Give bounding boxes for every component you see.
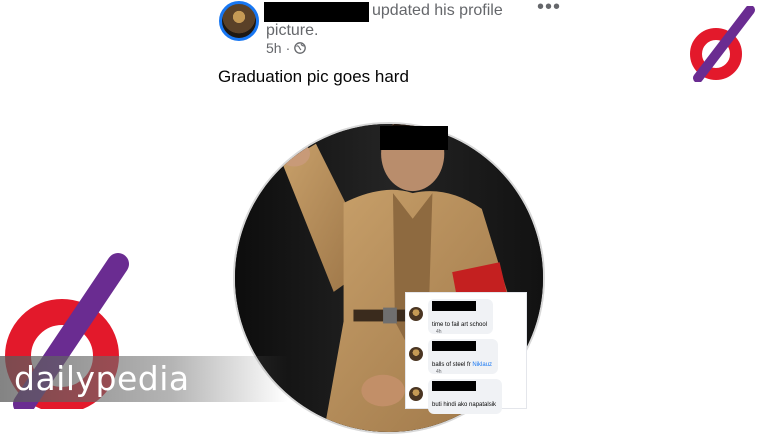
dailypedia-logo-icon — [690, 6, 755, 82]
comment-time[interactable]: 4h — [436, 329, 442, 335]
redacted-eyes — [380, 126, 448, 150]
post-time[interactable]: 5h — [266, 40, 282, 56]
globe-icon — [294, 42, 307, 54]
post-caption: Graduation pic goes hard — [218, 67, 409, 86]
more-options-icon[interactable]: ••• — [537, 0, 561, 17]
post-meta: 5h · — [266, 40, 307, 56]
comment-avatar[interactable] — [409, 387, 423, 401]
comment-text: buti hindi ako napatalsik — [432, 402, 497, 408]
redacted-commenter — [432, 301, 476, 311]
redacted-commenter — [432, 341, 476, 351]
redacted-username — [264, 2, 369, 22]
comment-text: time to fail art school — [432, 322, 488, 328]
comment-avatar[interactable] — [409, 307, 423, 321]
comment-time[interactable]: 4h — [436, 369, 442, 375]
comments-panel: time to fail art school 4h balls of stee… — [405, 292, 527, 414]
comment-text: balls of steel fr — [432, 362, 473, 368]
brand-wordmark: dailypedia — [14, 359, 190, 398]
profile-avatar[interactable] — [219, 1, 259, 41]
mention-link[interactable]: Niklauz — [472, 362, 492, 368]
comment-avatar[interactable] — [409, 347, 423, 361]
redacted-commenter — [432, 381, 476, 391]
post-action-text: updated his profile picture. — [266, 2, 503, 39]
